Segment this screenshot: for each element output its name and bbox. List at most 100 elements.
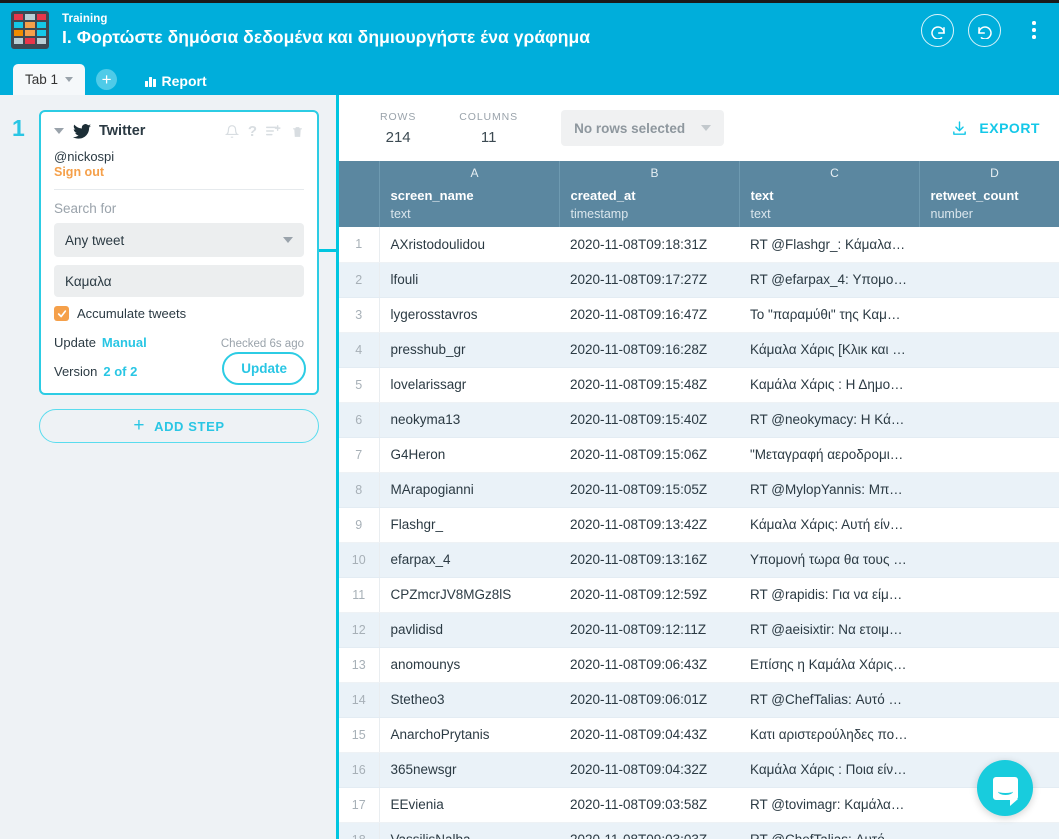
cell-text[interactable]: RT @efarpax_4: Υπομονή… (739, 262, 919, 298)
table-row[interactable]: 5 lovelarissagr 2020-11-08T09:15:48Z Καμάλα… (339, 367, 1059, 403)
cell-screen-name[interactable]: efarpax_4 (379, 542, 559, 578)
cell-text[interactable]: Το "παραμύθι" της Καμάλ… (739, 297, 919, 333)
row-number[interactable]: 15 (339, 717, 380, 753)
cell-text[interactable]: RT @aeisixtir: Να ετοιμα… (739, 612, 919, 648)
kebab-menu-icon[interactable] (1023, 14, 1045, 47)
row-number[interactable]: 4 (339, 332, 380, 368)
table-row[interactable]: 6 neokyma13 2020-11-08T09:15:40Z RT @neokym… (339, 402, 1059, 438)
cell-screen-name[interactable]: lygerosstavros (379, 297, 559, 333)
column-header-c[interactable]: C text text (739, 161, 920, 227)
cell-text[interactable]: RT @rapidis: Για να είμασ… (739, 577, 919, 613)
cell-text[interactable]: RT @ChefTalias: Αυτό πο… (739, 682, 919, 718)
cell-text[interactable]: Κάμαλα Χάρις [Κλικ και … (739, 332, 919, 368)
cell-retweet-count[interactable] (919, 332, 1059, 368)
cell-retweet-count[interactable] (919, 297, 1059, 333)
row-number[interactable]: 17 (339, 787, 380, 823)
tab-1[interactable]: Tab 1 (13, 64, 86, 95)
cell-created-at[interactable]: 2020-11-08T09:03:03Z (559, 822, 739, 839)
cell-created-at[interactable]: 2020-11-08T09:04:43Z (559, 717, 739, 753)
cell-retweet-count[interactable] (919, 682, 1059, 718)
row-number[interactable]: 7 (339, 437, 380, 473)
table-row[interactable]: 2 lfouli 2020-11-08T09:17:27Z RT @efarpax_4… (339, 262, 1059, 298)
table-row[interactable]: 16 365newsgr 2020-11-08T09:04:32Z Καμάλα Χά… (339, 752, 1059, 788)
cell-retweet-count[interactable] (919, 822, 1059, 839)
cell-text[interactable]: RT @ChefTalias: Αυτό πο… (739, 822, 919, 839)
row-number[interactable]: 11 (339, 577, 380, 613)
table-row[interactable]: 13 anomounys 2020-11-08T09:06:43Z Επίσης η … (339, 647, 1059, 683)
cell-screen-name[interactable]: MArapogianni (379, 472, 559, 508)
table-row[interactable]: 8 MArapogianni 2020-11-08T09:15:05Z RT @Myl… (339, 472, 1059, 508)
cell-screen-name[interactable]: anomounys (379, 647, 559, 683)
export-button[interactable]: EXPORT (951, 120, 1040, 137)
cell-screen-name[interactable]: Flashgr_ (379, 507, 559, 543)
table-row[interactable]: 7 G4Heron 2020-11-08T09:15:06Z "Μεταγραφή α… (339, 437, 1059, 473)
update-mode-value[interactable]: Manual (102, 335, 147, 350)
cell-screen-name[interactable]: Stetheo3 (379, 682, 559, 718)
chat-widget-button[interactable] (977, 760, 1033, 816)
accumulate-tweets-checkbox[interactable] (54, 306, 69, 321)
table-row[interactable]: 1 AXristodoulidou 2020-11-08T09:18:31Z RT @… (339, 227, 1059, 263)
row-number[interactable]: 13 (339, 647, 380, 683)
cell-screen-name[interactable]: AnarchoPrytanis (379, 717, 559, 753)
cell-created-at[interactable]: 2020-11-08T09:13:16Z (559, 542, 739, 578)
cell-screen-name[interactable]: EEvienia (379, 787, 559, 823)
cell-screen-name[interactable]: presshub_gr (379, 332, 559, 368)
cell-retweet-count[interactable] (919, 612, 1059, 648)
cell-retweet-count[interactable] (919, 437, 1059, 473)
row-number[interactable]: 16 (339, 752, 380, 788)
cell-screen-name[interactable]: neokyma13 (379, 402, 559, 438)
row-number[interactable]: 10 (339, 542, 380, 578)
cell-created-at[interactable]: 2020-11-08T09:15:48Z (559, 367, 739, 403)
row-number[interactable]: 6 (339, 402, 380, 438)
add-step-button[interactable]: + ADD STEP (39, 409, 319, 443)
cell-text[interactable]: Καμάλα Χάρις : Ποια είνα… (739, 752, 919, 788)
table-row[interactable]: 9 Flashgr_ 2020-11-08T09:13:42Z Κάμαλα Χάρι… (339, 507, 1059, 543)
row-number[interactable]: 2 (339, 262, 380, 298)
cell-retweet-count[interactable] (919, 472, 1059, 508)
table-row[interactable]: 3 lygerosstavros 2020-11-08T09:16:47Z Το "π… (339, 297, 1059, 333)
twitter-step-card[interactable]: Twitter ? @nickospi Sign out Search for … (39, 110, 319, 395)
cell-text[interactable]: Υπομονή τωρα θα τους σ… (739, 542, 919, 578)
cell-text[interactable]: Κάμαλα Χάρις: Αυτή είνα… (739, 507, 919, 543)
cell-retweet-count[interactable] (919, 542, 1059, 578)
table-row[interactable]: 12 pavlidisd 2020-11-08T09:12:11Z RT @aeisi… (339, 612, 1059, 648)
cell-retweet-count[interactable] (919, 507, 1059, 543)
cell-retweet-count[interactable] (919, 717, 1059, 753)
cell-created-at[interactable]: 2020-11-08T09:03:58Z (559, 787, 739, 823)
cell-screen-name[interactable]: G4Heron (379, 437, 559, 473)
cell-retweet-count[interactable] (919, 402, 1059, 438)
cell-screen-name[interactable]: lovelarissagr (379, 367, 559, 403)
cell-retweet-count[interactable] (919, 647, 1059, 683)
cell-created-at[interactable]: 2020-11-08T09:04:32Z (559, 752, 739, 788)
search-query-input[interactable] (54, 265, 304, 297)
cell-screen-name[interactable]: 365newsgr (379, 752, 559, 788)
cell-created-at[interactable]: 2020-11-08T09:15:05Z (559, 472, 739, 508)
cell-created-at[interactable]: 2020-11-08T09:16:28Z (559, 332, 739, 368)
cell-text[interactable]: RT @Flashgr_: Κάμαλα Χ… (739, 227, 919, 263)
cell-text[interactable]: RT @MylopYannis: Μπάιν… (739, 472, 919, 508)
cell-created-at[interactable]: 2020-11-08T09:15:06Z (559, 437, 739, 473)
chevron-down-icon[interactable] (54, 128, 64, 134)
table-row[interactable]: 18VassilisNalba2020-11-08T09:03:03ZRT @C… (339, 822, 1059, 839)
column-header-b[interactable]: B created_at timestamp (559, 161, 740, 227)
cell-screen-name[interactable]: AXristodoulidou (379, 227, 559, 263)
cell-retweet-count[interactable] (919, 367, 1059, 403)
column-header-d[interactable]: D retweet_count number (919, 161, 1059, 227)
table-row[interactable]: 17 EEvienia 2020-11-08T09:03:58Z RT @tovima… (339, 787, 1059, 823)
cell-screen-name[interactable]: VassilisNalba (379, 822, 559, 839)
cell-text[interactable]: Καμάλα Χάρις : Η Δημοκ… (739, 367, 919, 403)
column-header-a[interactable]: A screen_name text (379, 161, 560, 227)
row-number[interactable]: 5 (339, 367, 380, 403)
sign-out-link[interactable]: Sign out (54, 165, 304, 179)
cell-created-at[interactable]: 2020-11-08T09:15:40Z (559, 402, 739, 438)
cell-retweet-count[interactable] (919, 227, 1059, 263)
cell-screen-name[interactable]: lfouli (379, 262, 559, 298)
cell-retweet-count[interactable] (919, 262, 1059, 298)
cell-created-at[interactable]: 2020-11-08T09:06:43Z (559, 647, 739, 683)
chevron-down-icon[interactable] (65, 77, 74, 82)
cell-text[interactable]: Κατι αριστερούληδες πο… (739, 717, 919, 753)
row-number[interactable]: 9 (339, 507, 380, 543)
row-selection-dropdown[interactable]: No rows selected (561, 110, 725, 146)
redo-button[interactable] (968, 13, 1001, 47)
add-tab-button[interactable]: + (96, 69, 118, 90)
